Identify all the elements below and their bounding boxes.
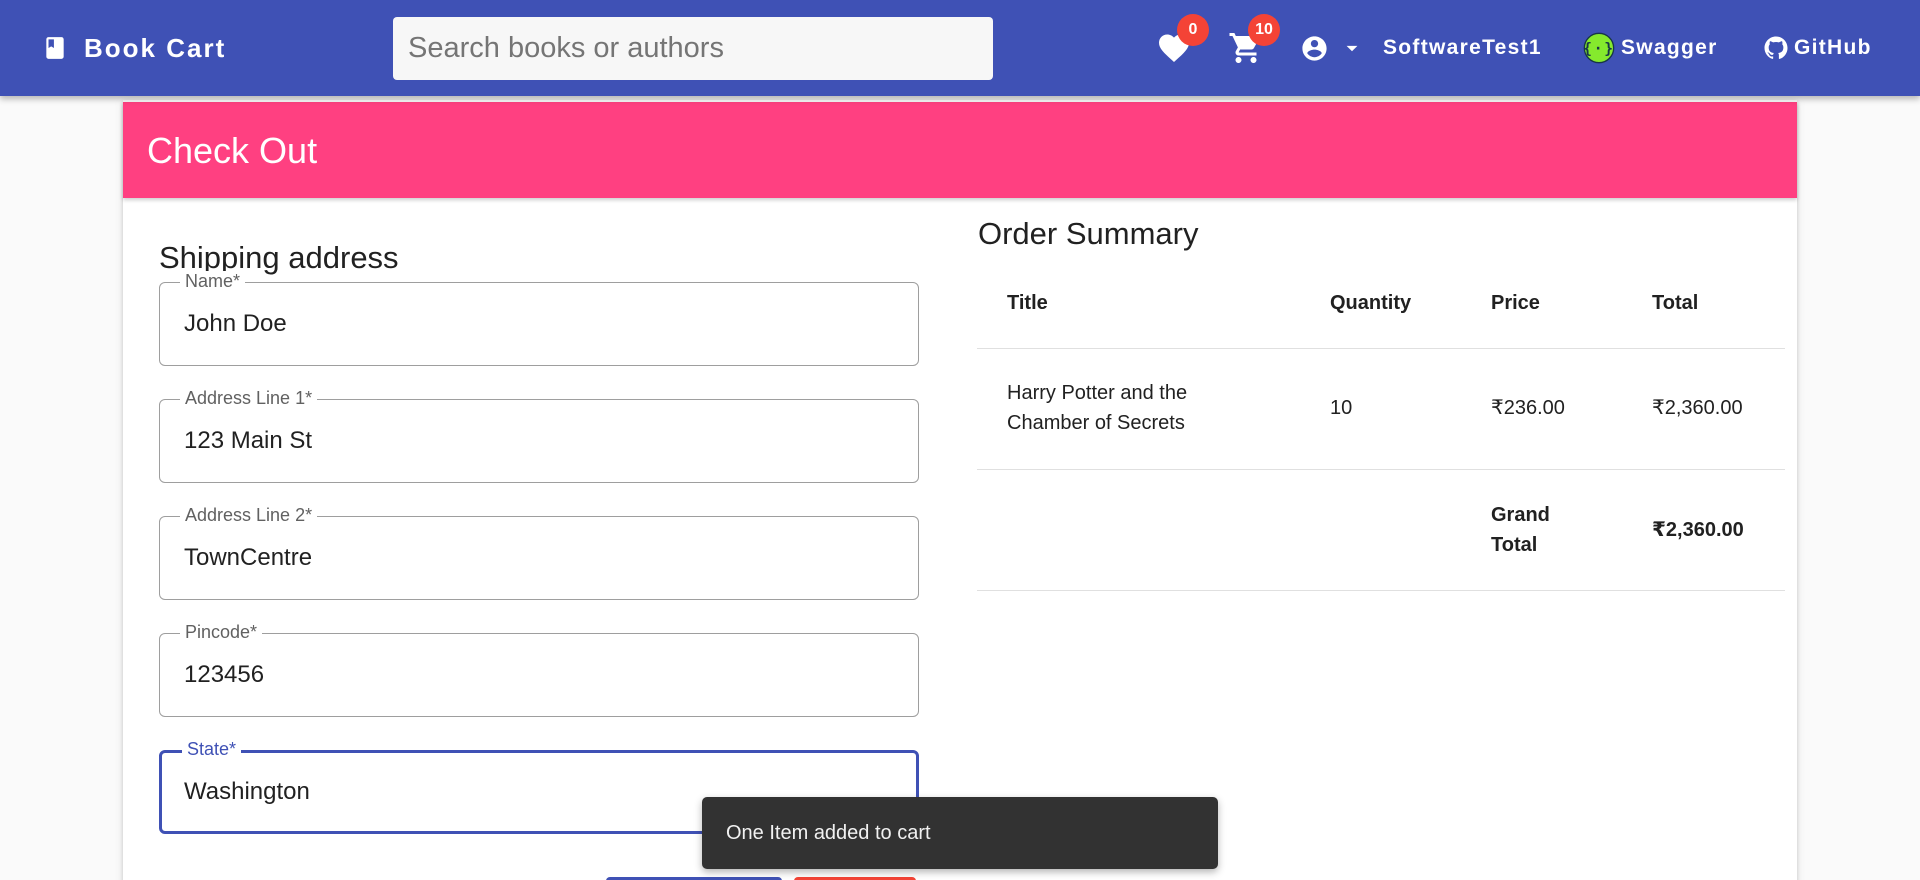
account-circle-icon [1302,35,1327,61]
grand-total-label-line-2: Total [1491,534,1538,556]
name-field[interactable]: Name* [159,271,919,366]
wishlist-count-badge: 0 [1177,14,1209,46]
table-row: Harry Potter and the Chamber of Secrets … [977,349,1785,470]
column-header-total: Total [1652,292,1699,314]
quantity-cell: 10 [1330,397,1353,419]
order-summary-heading: Order Summary [978,216,1199,251]
brand-home-link[interactable]: Book Cart [42,26,226,70]
book-title-cell: Harry Potter and the Chamber of Secrets [1007,378,1187,438]
grand-total-value: ₹2,360.00 [1652,519,1744,541]
top-toolbar: Book Cart 0 10 SoftwareTest1 {·} Swagger [0,0,1920,96]
address-line-2-input[interactable] [184,539,884,577]
column-header-quantity: Quantity [1330,292,1412,314]
username-label: SoftwareTest1 [1383,36,1542,59]
column-header-price: Price [1491,292,1540,314]
pincode-field[interactable]: Pincode* [159,622,919,717]
pincode-input[interactable] [184,656,884,694]
total-cell: ₹2,360.00 [1652,397,1743,419]
grand-total-label-line-1: Grand [1491,504,1550,526]
checkout-header: Check Out [123,102,1797,198]
account-menu-button[interactable]: SoftwareTest1 [1300,30,1542,66]
snackbar-message: One Item added to cart [726,821,931,844]
address-line-2-label: Address Line 2* [180,505,318,526]
checkout-title: Check Out [147,130,318,171]
github-logo-icon [1764,36,1788,59]
brand-title: Book Cart [84,32,227,63]
address-line-1-label: Address Line 1* [180,388,318,409]
name-input[interactable] [184,305,884,343]
state-label: State* [182,739,242,760]
svg-text:{·}: {·} [1583,40,1615,57]
address-line-2-field[interactable]: Address Line 2* [159,505,919,600]
swagger-label: Swagger [1621,36,1718,59]
book-title-line-1: Harry Potter and the [1007,382,1188,404]
cart-count-badge: 10 [1248,14,1280,46]
snackbar-notification: One Item added to cart [702,797,1218,869]
github-link[interactable]: GitHub [1764,30,1872,66]
github-label: GitHub [1794,36,1872,59]
swagger-logo-icon: {·} [1583,32,1615,64]
checkout-card: Check Out Shipping address Name* Address… [123,100,1797,880]
pincode-label: Pincode* [180,622,263,643]
grand-total-row: Grand Total ₹2,360.00 [977,470,1785,591]
price-cell: ₹236.00 [1491,397,1565,419]
swagger-link[interactable]: {·} Swagger [1583,30,1718,66]
name-label: Name* [180,271,246,292]
book-title-line-2: Chamber of Secrets [1007,412,1185,434]
book-icon [46,37,64,59]
address-line-1-input[interactable] [184,422,884,460]
wishlist-button[interactable]: 0 [1156,14,1209,70]
cart-button[interactable]: 10 [1228,14,1280,70]
order-summary-table: Title Quantity Price Total Harry Potter … [977,266,1785,591]
column-header-title: Title [1007,292,1048,314]
table-header-row: Title Quantity Price Total [977,266,1785,349]
address-line-1-field[interactable]: Address Line 1* [159,388,919,483]
grand-total-label: Grand Total [1491,500,1550,560]
arrow-drop-down-icon [1346,45,1358,52]
search-input[interactable] [393,17,993,80]
